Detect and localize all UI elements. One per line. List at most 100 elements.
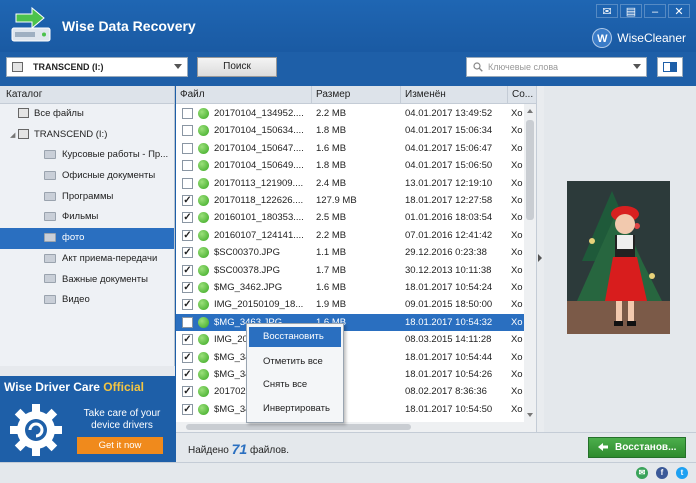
row-checkbox[interactable] [182, 125, 193, 137]
restore-button[interactable]: Восстанов... [588, 437, 686, 458]
row-checkbox[interactable]: ✓ [182, 351, 193, 363]
table-row[interactable]: ✓ 201702... 08.02.2017 8:36:36 Хо [176, 383, 524, 400]
row-checkbox[interactable]: ✓ [182, 369, 193, 380]
table-row[interactable]: ✓ $MG_34... 18.01.2017 10:54:44 Хо [176, 349, 524, 366]
row-checkbox[interactable]: ✓ [182, 247, 193, 259]
brand-logo[interactable]: W WiseCleaner [592, 28, 686, 48]
keyword-search-input[interactable]: Ключевые слова [466, 57, 647, 77]
column-size[interactable]: Размер [312, 86, 401, 104]
row-checkbox[interactable]: ✓ [182, 299, 193, 311]
row-checkbox[interactable] [182, 316, 193, 328]
menu-item-invert[interactable]: Инвертировать [249, 399, 341, 419]
file-size: 1.6 MB [316, 142, 347, 154]
table-row[interactable]: 20170104_150649.... 1.8 MB 04.01.2017 15:0… [176, 157, 524, 174]
scroll-thumb[interactable] [526, 120, 534, 220]
sidebar-item-label: Акт приема-передачи [62, 252, 158, 264]
row-checkbox[interactable]: ✓ [182, 212, 193, 224]
table-row[interactable]: 20170113_121909.... 2.4 MB 13.01.2017 12:1… [176, 175, 524, 192]
scroll-thumb[interactable] [186, 424, 411, 430]
search-button[interactable]: Поиск [197, 57, 277, 77]
row-checkbox[interactable]: ✓ [182, 334, 193, 346]
row-checkbox[interactable]: ✓ [182, 195, 193, 206]
footer-bar: ✉ f t [0, 462, 696, 483]
recovery-status-icon [198, 142, 209, 154]
folder-icon [44, 295, 56, 305]
table-row[interactable]: ✓ IMG_20... 08.03.2015 14:11:28 Хо [176, 331, 524, 348]
row-checkbox[interactable] [182, 177, 193, 189]
column-file[interactable]: Файл [176, 86, 312, 104]
horizontal-scrollbar[interactable] [176, 422, 536, 432]
row-checkbox[interactable] [182, 160, 193, 172]
feedback-icon[interactable]: ✉ [596, 4, 618, 18]
get-it-now-button[interactable]: Get it now [77, 437, 163, 454]
scroll-up-icon[interactable] [527, 109, 533, 113]
sidebar-item[interactable]: Важные документы [0, 270, 174, 291]
table-row[interactable]: ✓ IMG_20150109_18... 1.9 MB 09.01.2015 18:5… [176, 296, 524, 313]
table-row[interactable]: ✓ $SC00370.JPG 1.1 MB 29.12.2016 0:23:38 Хо [176, 244, 524, 261]
sidebar-item[interactable]: Программы [0, 187, 174, 208]
folder-icon [44, 150, 56, 160]
table-row[interactable]: 20170104_150647.... 1.6 MB 04.01.2017 15:0… [176, 140, 524, 157]
sidebar-item[interactable]: Фильмы [0, 207, 174, 228]
menu-item-check-all[interactable]: Отметить все [249, 352, 341, 372]
folder-icon [44, 233, 56, 243]
email-icon[interactable]: ✉ [636, 467, 648, 479]
table-row[interactable]: ✓ 20170118_122626.... 127.9 MB 18.01.2017 1… [176, 192, 524, 209]
table-row[interactable]: 20170104_134952.... 2.2 MB 04.01.2017 13:4… [176, 105, 524, 122]
sidebar-item[interactable]: Акт приема-передачи [0, 249, 174, 270]
table-row[interactable]: ✓ $MG_34... 18.01.2017 10:54:50 Хо [176, 401, 524, 418]
table-row[interactable]: $MG_3463.JPG1.6 MB18.01.2017 10:54:32Хо [176, 313, 524, 332]
row-checkbox[interactable]: ✓ [182, 282, 193, 293]
sidebar-item[interactable]: Все файлы [0, 104, 174, 125]
folder-icon [44, 212, 56, 222]
table-row[interactable]: ✓ 20160107_124141.... 2.2 MB 07.01.2016 12:… [176, 227, 524, 244]
menu-icon[interactable]: ▤ [620, 4, 642, 18]
drive-select[interactable]: TRANSCEND (I:) [6, 57, 188, 77]
file-state: Хо [511, 125, 523, 137]
file-name: IMG_20150109_18... [214, 299, 304, 311]
vertical-scrollbar[interactable] [524, 104, 536, 422]
expand-arrow-icon[interactable]: ◢ [10, 126, 18, 146]
menu-item-uncheck-all[interactable]: Снять все [249, 375, 341, 395]
row-checkbox[interactable] [182, 108, 193, 119]
table-row[interactable]: ✓ $SC00378.JPG 1.7 MB 30.12.2013 10:11:38 Хо [176, 262, 524, 279]
twitter-icon[interactable]: t [676, 467, 688, 479]
sidebar-item[interactable]: ◢ TRANSCEND (I:) [0, 125, 174, 146]
preview-panel [544, 86, 696, 432]
minimize-button[interactable]: – [644, 4, 666, 18]
preview-splitter[interactable] [536, 86, 544, 432]
row-checkbox[interactable]: ✓ [182, 264, 193, 276]
collapse-arrow-icon[interactable] [538, 254, 542, 262]
menu-item-restore[interactable]: Восстановить [249, 327, 341, 347]
file-state: Хо [511, 386, 523, 398]
preview-panel-toggle-icon[interactable] [657, 57, 683, 77]
sidebar-item[interactable]: фото [0, 228, 174, 249]
row-checkbox[interactable] [182, 142, 193, 154]
chevron-down-icon[interactable] [633, 64, 641, 69]
file-modified: 18.01.2017 10:54:24 [405, 282, 493, 293]
facebook-icon[interactable]: f [656, 467, 668, 479]
found-suffix: файлов. [250, 445, 289, 456]
column-modified[interactable]: Изменён [401, 86, 508, 104]
sidebar-item[interactable]: Курсовые работы - Пр... [0, 145, 174, 166]
table-row[interactable]: ✓ $MG_34... 18.01.2017 10:54:26 Хо [176, 366, 524, 383]
table-row[interactable]: ✓ $MG_3462.JPG 1.6 MB 18.01.2017 10:54:24 Хо [176, 279, 524, 296]
row-checkbox[interactable]: ✓ [182, 403, 193, 415]
wisecleaner-icon: W [592, 28, 613, 48]
row-checkbox[interactable]: ✓ [182, 229, 193, 241]
row-checkbox[interactable]: ✓ [182, 386, 193, 398]
sidebar-item[interactable]: Офисные документы [0, 166, 174, 187]
table-row[interactable]: ✓ 20160101_180353.... 2.5 MB 01.01.2016 18:… [176, 209, 524, 226]
column-state[interactable]: Со... [508, 86, 536, 104]
sidebar-scrollbar[interactable] [0, 366, 175, 376]
context-menu: Восстановить Отметить все Снять все Инве… [246, 323, 344, 423]
recovery-status-icon [198, 247, 209, 259]
scroll-down-icon[interactable] [527, 413, 533, 417]
restore-arrow-icon [598, 443, 608, 451]
catalog-sidebar: Каталог Все файлы ◢ TRANSCEND (I:) Курсовые… [0, 86, 175, 376]
close-button[interactable]: ✕ [668, 4, 690, 18]
promo-banner[interactable]: Wise Driver Care Official Take care of y… [0, 376, 175, 462]
file-modified: 29.12.2016 0:23:38 [405, 247, 487, 259]
table-row[interactable]: 20170104_150634.... 1.8 MB 04.01.2017 15:0… [176, 122, 524, 139]
sidebar-item[interactable]: Видео [0, 290, 174, 311]
